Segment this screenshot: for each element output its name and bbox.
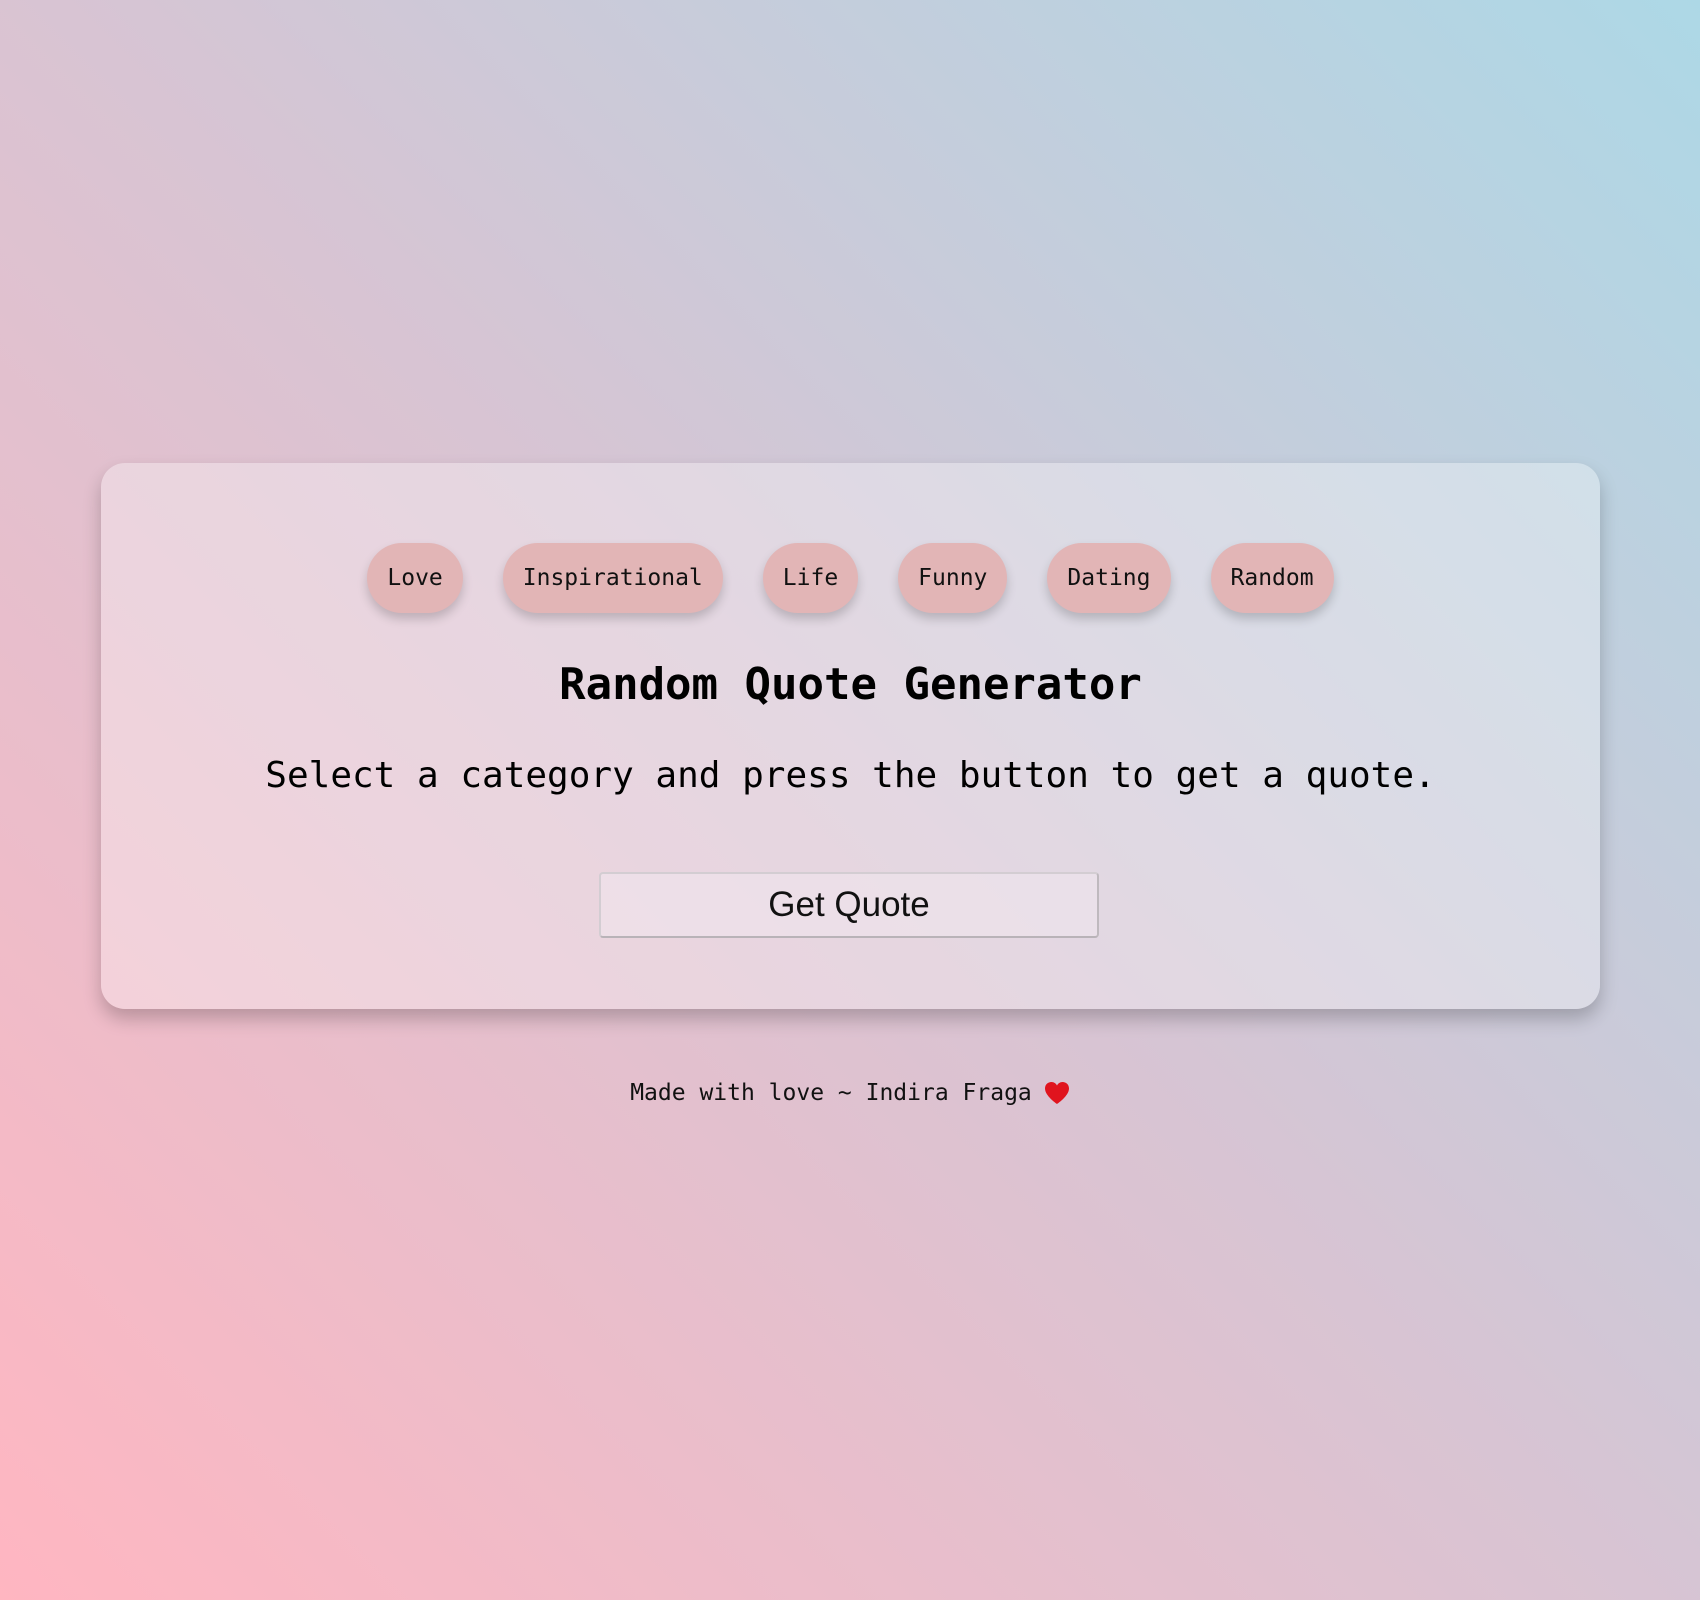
page-title: Random Quote Generator: [559, 659, 1142, 710]
category-inspirational-button[interactable]: Inspirational: [502, 543, 723, 613]
category-random-button[interactable]: Random: [1210, 543, 1334, 613]
quote-card: Love Inspirational Life Funny Dating Ran…: [101, 463, 1600, 1009]
category-dating-button[interactable]: Dating: [1047, 543, 1171, 613]
heart-icon: [1044, 1081, 1070, 1105]
footer: Made with love ~ Indira Fraga: [0, 1080, 1700, 1106]
category-love-button[interactable]: Love: [367, 543, 463, 613]
get-quote-button[interactable]: Get Quote: [599, 872, 1099, 938]
category-list: Love Inspirational Life Funny Dating Ran…: [101, 543, 1600, 613]
footer-credit-text: Made with love ~ Indira Fraga: [630, 1080, 1032, 1106]
category-funny-button[interactable]: Funny: [898, 543, 1008, 613]
instruction-text: Select a category and press the button t…: [265, 755, 1436, 796]
category-life-button[interactable]: Life: [762, 543, 859, 613]
